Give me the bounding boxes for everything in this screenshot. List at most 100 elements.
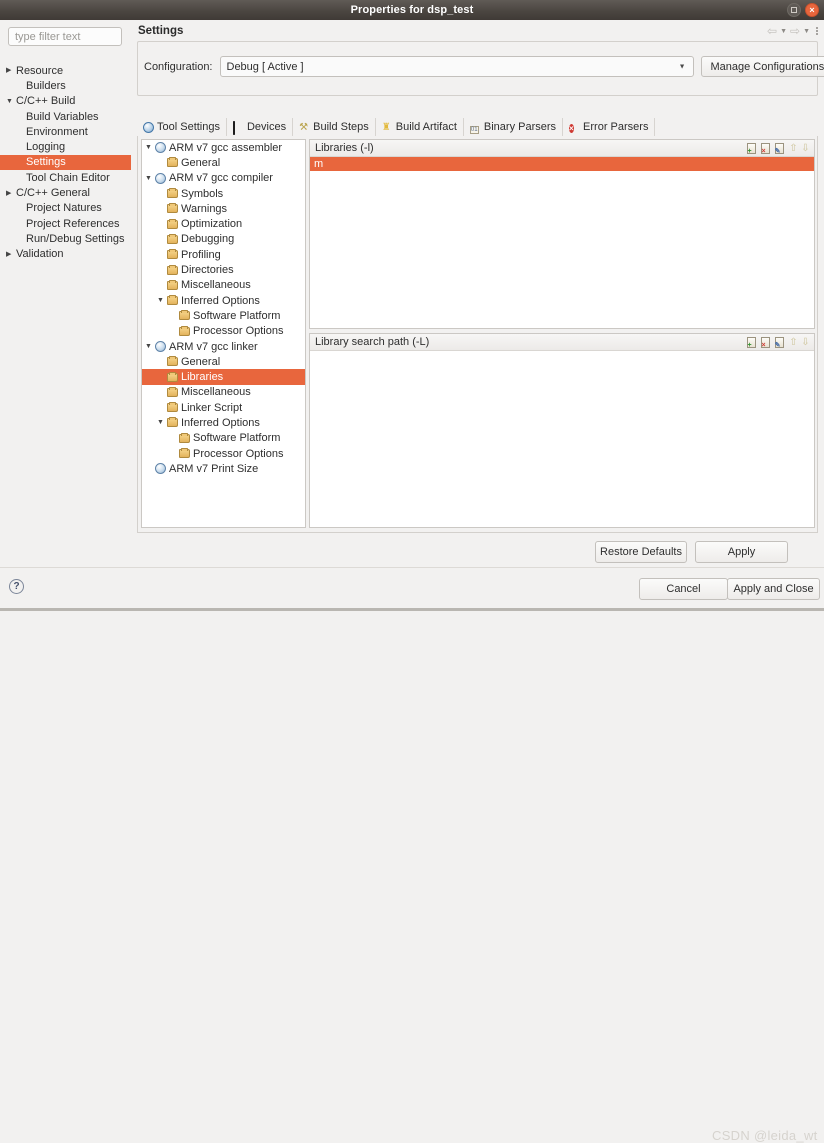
add-icon[interactable]: + [746, 142, 759, 155]
back-icon[interactable]: ⇦ [767, 25, 777, 37]
settings-tabstrip[interactable]: Tool SettingsDevices⚒Build Steps♜Build A… [137, 118, 818, 136]
tab-label: Build Artifact [396, 121, 457, 133]
chevron-down-icon[interactable]: ▼ [144, 343, 153, 350]
back-menu-chevron-down-icon[interactable]: ▼ [780, 28, 787, 35]
tool-tree-item-software-platform[interactable]: Software Platform [142, 308, 305, 323]
delete-icon[interactable]: × [760, 336, 773, 349]
apply-and-close-button[interactable]: Apply and Close [727, 578, 820, 600]
sidebar-item-project-references[interactable]: Project References [0, 216, 131, 231]
tool-tree-item-inferred-options[interactable]: ▼ Inferred Options [142, 293, 305, 308]
sidebar-item-builders[interactable]: Builders [0, 78, 131, 93]
chevron-down-icon: ▼ [679, 63, 686, 70]
page-title: Settings [138, 25, 183, 37]
edit-icon[interactable]: ✎ [774, 142, 787, 155]
sidebar-item-tool-chain-editor[interactable]: Tool Chain Editor [0, 170, 131, 185]
wrench-icon: ⚒ [299, 122, 310, 133]
move-down-icon[interactable]: ⇩ [800, 142, 811, 155]
tool-tree-item-processor-options[interactable]: Processor Options [142, 324, 305, 339]
tool-tree-item-miscellaneous[interactable]: Miscellaneous [142, 278, 305, 293]
tool-tree-item-libraries[interactable]: Libraries [142, 369, 305, 384]
tool-tree-item-symbols[interactable]: Symbols [142, 186, 305, 201]
chevron-right-icon[interactable]: ▶ [6, 67, 16, 74]
sidebar-item-build-variables[interactable]: Build Variables [0, 109, 131, 124]
tool-options-tree[interactable]: ▼ARM v7 gcc assemblerGeneral▼ARM v7 gcc … [141, 139, 306, 528]
edit-icon[interactable]: ✎ [774, 336, 787, 349]
tool-tree-item-miscellaneous[interactable]: Miscellaneous [142, 385, 305, 400]
folder-icon [167, 235, 179, 244]
tool-tree-item-label: Profiling [181, 249, 221, 261]
tool-tree-item-profiling[interactable]: Profiling [142, 247, 305, 262]
folder-icon [167, 158, 179, 167]
sidebar-item-resource[interactable]: ▶Resource [0, 63, 131, 78]
sidebar-item-environment[interactable]: Environment [0, 124, 131, 139]
folder-icon [167, 204, 179, 213]
tab-error-parsers[interactable]: ×Error Parsers [563, 118, 655, 136]
tab-build-artifact[interactable]: ♜Build Artifact [376, 118, 464, 136]
configuration-row: Configuration: Debug [ Active ] ▼ Manage… [144, 56, 824, 77]
apply-button[interactable]: Apply [695, 541, 788, 563]
tool-tree-item-general[interactable]: General [142, 155, 305, 170]
move-up-icon[interactable]: ⇧ [788, 336, 799, 349]
chevron-down-icon[interactable]: ▼ [144, 175, 153, 182]
tool-tree-item-debugging[interactable]: Debugging [142, 232, 305, 247]
tool-tree-item-label: Inferred Options [181, 295, 260, 307]
manage-configurations-button[interactable]: Manage Configurations... [701, 56, 824, 77]
library-search-path-body[interactable] [310, 351, 814, 526]
forward-menu-chevron-down-icon[interactable]: ▼ [803, 28, 810, 35]
tool-tree-item-inferred-options[interactable]: ▼Inferred Options [142, 415, 305, 430]
tool-tree-item-arm-v7-print-size[interactable]: ARM v7 Print Size [142, 461, 305, 476]
libraries-body[interactable]: m [310, 157, 814, 327]
move-down-icon[interactable]: ⇩ [800, 336, 811, 349]
tab-binary-parsers[interactable]: 01Binary Parsers [464, 118, 563, 136]
tool-tree-item-warnings[interactable]: Warnings [142, 201, 305, 216]
chevron-right-icon[interactable]: ▶ [6, 190, 16, 197]
settings-sidebar: type filter text ▶ResourceBuilders▼C/C++… [0, 20, 131, 549]
move-up-icon[interactable]: ⇧ [788, 142, 799, 155]
filter-input[interactable]: type filter text [8, 27, 122, 46]
tool-tree-item-optimization[interactable]: Optimization [142, 216, 305, 231]
tool-tree-item-arm-v7-gcc-linker[interactable]: ▼ARM v7 gcc linker [142, 339, 305, 354]
sidebar-item-logging[interactable]: Logging [0, 139, 131, 154]
sidebar-item-label: Environment [26, 126, 88, 138]
add-icon[interactable]: + [746, 336, 759, 349]
close-button[interactable]: × [805, 3, 819, 17]
help-icon[interactable]: ? [9, 579, 24, 594]
list-item[interactable]: m [310, 157, 814, 171]
tool-icon [155, 463, 167, 474]
cancel-button[interactable]: Cancel [639, 578, 728, 600]
tab-tool-settings[interactable]: Tool Settings [137, 118, 227, 136]
tool-tree-item-directories[interactable]: Directories [142, 262, 305, 277]
sidebar-item-validation[interactable]: ▶Validation [0, 247, 131, 262]
settings-nav-tree[interactable]: ▶ResourceBuilders▼C/C++ Build Build Varia… [0, 63, 131, 262]
sidebar-item-settings[interactable]: Settings [0, 155, 131, 170]
sidebar-item-run-debug-settings[interactable]: Run/Debug Settings [0, 231, 131, 246]
tool-tree-item-arm-v7-gcc-assembler[interactable]: ▼ARM v7 gcc assembler [142, 140, 305, 155]
tool-tree-item-arm-v7-gcc-compiler[interactable]: ▼ARM v7 gcc compiler [142, 171, 305, 186]
tab-devices[interactable]: Devices [227, 118, 293, 136]
sidebar-item-label: Build Variables [26, 111, 99, 123]
forward-icon[interactable]: ⇨ [790, 25, 800, 37]
tool-tree-item-processor-options[interactable]: Processor Options [142, 446, 305, 461]
tool-tree-item-label: Processor Options [193, 325, 283, 337]
chevron-down-icon[interactable]: ▼ [144, 144, 153, 151]
tool-tree-item-label: Miscellaneous [181, 386, 251, 398]
sidebar-item-c-c-build[interactable]: ▼C/C++ Build [0, 94, 131, 109]
tool-tree-item-linker-script[interactable]: Linker Script [142, 400, 305, 415]
window-title: Properties for dsp_test [351, 4, 474, 16]
tool-tree-item-software-platform[interactable]: Software Platform [142, 431, 305, 446]
restore-defaults-button[interactable]: Restore Defaults [595, 541, 687, 563]
chevron-right-icon[interactable]: ▶ [6, 251, 16, 258]
view-menu-icon[interactable] [816, 27, 818, 35]
delete-icon[interactable]: × [760, 142, 773, 155]
tab-build-steps[interactable]: ⚒Build Steps [293, 118, 376, 136]
tool-tree-item-general[interactable]: General [142, 354, 305, 369]
chevron-down-icon[interactable]: ▼ [156, 297, 165, 304]
folder-icon [167, 403, 179, 412]
configuration-select[interactable]: Debug [ Active ] ▼ [220, 56, 694, 77]
configuration-label: Configuration: [144, 61, 213, 73]
maximize-button[interactable] [787, 3, 801, 17]
sidebar-item-c-c-general[interactable]: ▶C/C++ General [0, 185, 131, 200]
sidebar-item-project-natures[interactable]: Project Natures [0, 201, 131, 216]
chevron-down-icon[interactable]: ▼ [6, 98, 16, 105]
chevron-down-icon[interactable]: ▼ [156, 419, 165, 426]
